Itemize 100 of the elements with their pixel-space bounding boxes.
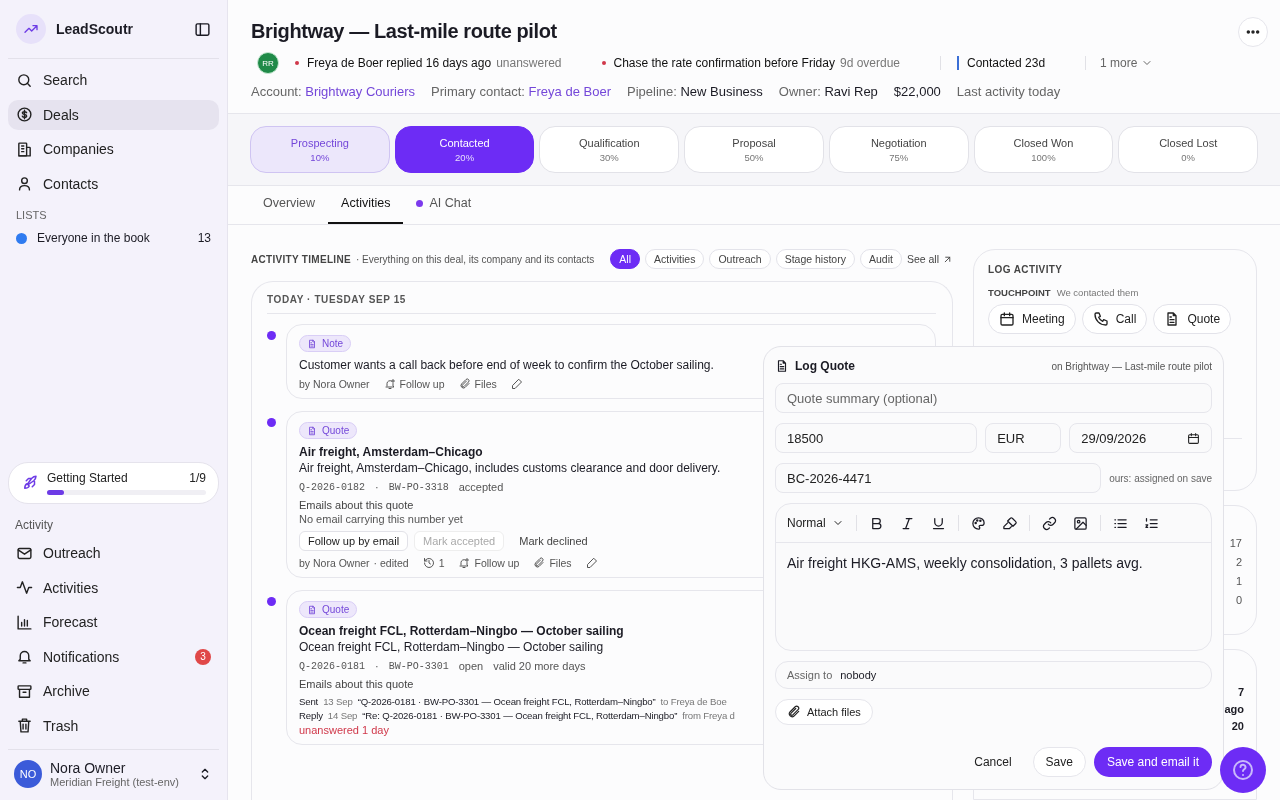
- quote-status: accepted: [458, 481, 504, 493]
- stage-button[interactable]: Closed Lost 0%: [1118, 126, 1259, 173]
- touchpoint-label: TOUCHPOINT: [988, 287, 1051, 298]
- nav-item[interactable]: Forecast: [8, 607, 219, 637]
- nav-item[interactable]: Notifications 3: [8, 641, 219, 672]
- nav-item[interactable]: Companies: [8, 134, 219, 164]
- author-text: by Nora Owner: [299, 557, 370, 569]
- timeline-dot: [267, 331, 276, 340]
- archive-icon: [16, 682, 33, 700]
- date-field[interactable]: 29/09/2026: [1069, 423, 1212, 453]
- link-icon: [1041, 515, 1057, 531]
- user-avatar: NO: [14, 760, 42, 788]
- signal-note: unanswered: [496, 56, 562, 70]
- stage-button[interactable]: Proposal 50%: [684, 126, 824, 173]
- validity-text: valid 20 more days: [493, 660, 586, 672]
- tab[interactable]: AI Chat: [403, 186, 485, 224]
- summary-field[interactable]: Quote summary (optional): [775, 383, 1212, 413]
- po-number: BW-PO-3301: [388, 660, 449, 672]
- filter-chip[interactable]: Outreach: [709, 249, 771, 269]
- summary-text: 7: [1237, 686, 1244, 698]
- signal-text: Contacted 23d: [967, 56, 1046, 70]
- filter-chip[interactable]: Activities: [645, 249, 705, 269]
- nav-item[interactable]: Search: [8, 65, 219, 95]
- unanswered-text: unanswered 1 day: [299, 724, 389, 736]
- reference-field[interactable]: BC-2026-4471: [775, 463, 1102, 493]
- stage-button[interactable]: Contacted 20%: [394, 126, 535, 173]
- bell-plus-icon: [458, 557, 471, 569]
- field-value: Ravi Rep: [824, 84, 878, 99]
- filter-chip[interactable]: All: [610, 249, 640, 269]
- more-options-button[interactable]: [1238, 17, 1268, 47]
- nav-item[interactable]: Outreach: [8, 538, 219, 568]
- see-all-link[interactable]: See all: [906, 253, 953, 265]
- history-button[interactable]: 1: [422, 557, 445, 569]
- assign-field[interactable]: Assign to nobody: [775, 661, 1212, 689]
- bell-plus-icon: [383, 378, 396, 390]
- signal-text: Chase the rate confirmation before Friday: [613, 56, 835, 70]
- bell-icon: [16, 648, 33, 665]
- email-subject[interactable]: “Q-2026-0181 · BW-PO-3301 — Ocean freight FCL, Rotterdam–Ningbo”: [357, 696, 656, 707]
- dialog-context: on Brightway — Last-mile route pilot: [1051, 360, 1212, 372]
- stage-button[interactable]: Qualification 30%: [539, 126, 680, 173]
- edited-text: · edited: [373, 557, 409, 569]
- quote-description: Ocean freight FCL, Rotterdam–Ningbo — October sailing: [299, 640, 604, 654]
- dialog-button[interactable]: Save and email it: [1093, 747, 1212, 777]
- dollar-icon: [16, 106, 33, 123]
- email-date: 13 Sep: [323, 696, 353, 707]
- files-button[interactable]: Files: [533, 557, 572, 569]
- sidebar-toggle-icon: [194, 20, 211, 38]
- stage-button[interactable]: Closed Won 100%: [973, 126, 1114, 173]
- getting-started-card[interactable]: Getting Started 1/9: [8, 462, 219, 504]
- dialog-button[interactable]: Cancel: [961, 747, 1025, 777]
- field-link[interactable]: Freya de Boer: [528, 84, 611, 99]
- touchpoint-button[interactable]: Call: [1081, 304, 1148, 334]
- amount-field[interactable]: 18500: [775, 423, 978, 453]
- quote-action-button[interactable]: Follow up by email: [299, 531, 409, 551]
- more-signals-button[interactable]: 1 more: [1085, 56, 1154, 70]
- nav-item[interactable]: Archive: [8, 676, 219, 706]
- nav-item[interactable]: Deals: [8, 99, 219, 130]
- format-dropdown[interactable]: Normal: [787, 516, 844, 530]
- currency-field[interactable]: EUR: [985, 423, 1062, 453]
- list-item[interactable]: Everyone in the book 13: [8, 227, 219, 249]
- underline-icon: [930, 515, 946, 531]
- editor-text: Air freight HKG-AMS, weekly consolidation, 3 pallets avg.: [786, 554, 1144, 573]
- organization-name: Meridian Freight (test-env): [50, 776, 180, 788]
- dialog-button[interactable]: Save: [1032, 747, 1086, 777]
- files-button[interactable]: Files: [458, 378, 497, 390]
- follow-up-button[interactable]: Follow up: [383, 378, 445, 390]
- owner-avatar: RR: [257, 52, 279, 74]
- nav-item[interactable]: Activities: [8, 572, 219, 603]
- author-text: by Nora Owner: [299, 378, 370, 390]
- filter-chip[interactable]: Stage history: [775, 249, 855, 269]
- filter-chip[interactable]: Audit: [859, 249, 902, 269]
- building-icon: [16, 140, 33, 158]
- email-subject[interactable]: “Re: Q-2026-0181 · BW-PO-3301 — Ocean freight FCL, Rotterdam–Ningbo”: [362, 710, 678, 721]
- quote-title: Ocean freight FCL, Rotterdam–Ningbo — October sailing: [299, 624, 624, 638]
- email-party: from Freya d: [682, 710, 735, 721]
- user-icon: [16, 175, 33, 192]
- touchpoint-button[interactable]: Meeting: [988, 304, 1076, 334]
- progress-count: 1/9: [189, 471, 206, 485]
- text-editor[interactable]: Normal Air freight HKG-AMS, weekly consolidation, 3 pallets avg.: [775, 503, 1212, 651]
- calendar-icon: [1187, 431, 1200, 445]
- paperclip-icon: [787, 705, 801, 719]
- paperclip-icon: [458, 378, 471, 390]
- tab[interactable]: Activities: [328, 186, 404, 224]
- emails-heading: Emails about this quote: [299, 678, 414, 690]
- field-link[interactable]: Brightway Couriers: [305, 84, 416, 99]
- nav-item[interactable]: Contacts: [8, 168, 219, 199]
- nav-item[interactable]: Trash: [8, 710, 219, 741]
- tab[interactable]: Overview: [250, 186, 329, 224]
- alert-dot: [601, 61, 606, 65]
- stage-button[interactable]: Prospecting 10%: [250, 126, 390, 173]
- touchpoint-button[interactable]: Quote: [1153, 304, 1232, 334]
- edit-button[interactable]: [510, 378, 523, 390]
- count-text: 1: [1235, 575, 1242, 587]
- history-icon: [422, 557, 435, 569]
- edit-button[interactable]: [585, 557, 598, 569]
- attach-files-button[interactable]: Attach files: [775, 699, 873, 725]
- section-heading: ACTIVITY TIMELINE: [251, 253, 351, 265]
- stage-button[interactable]: Negotiation 75%: [828, 126, 969, 173]
- follow-up-button[interactable]: Follow up: [458, 557, 520, 569]
- quote-action-button[interactable]: Mark declined: [510, 531, 597, 551]
